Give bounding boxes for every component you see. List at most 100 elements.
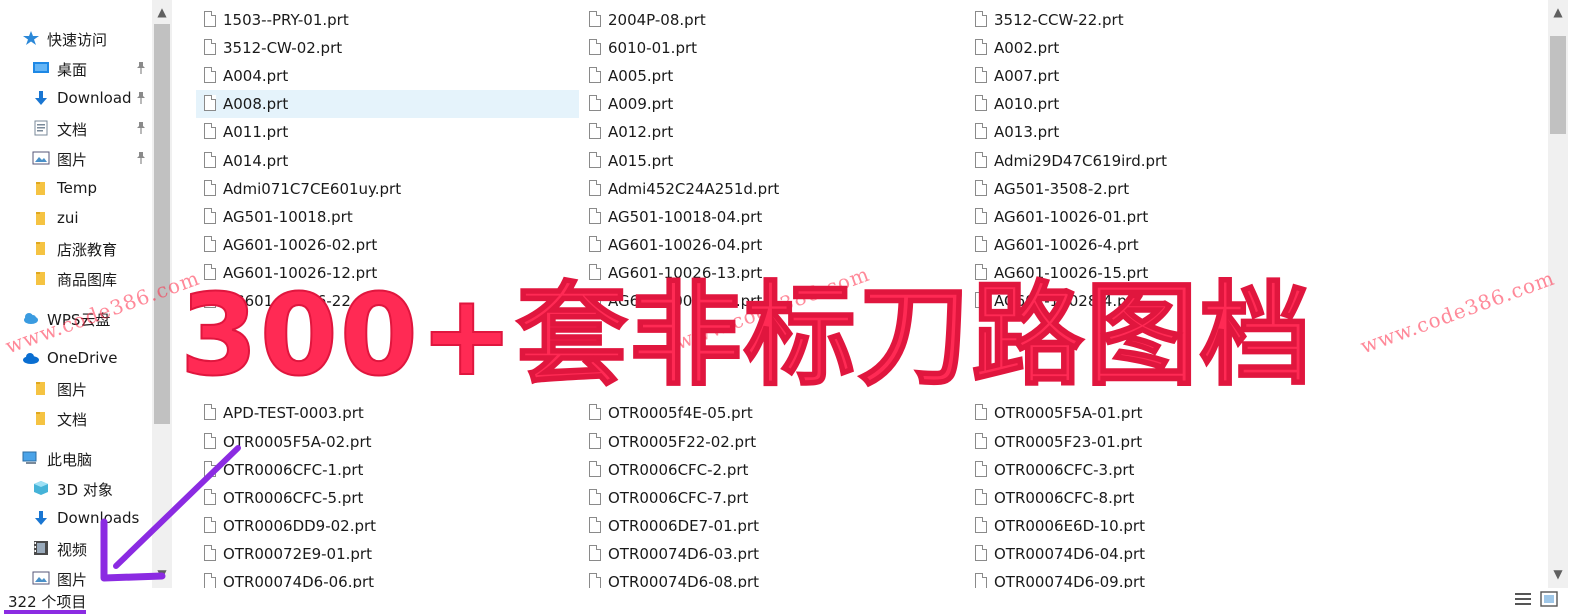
file-name: OTR00074D6-04.prt	[994, 544, 1146, 563]
file-item[interactable]: OTR00074D6-09.prt	[967, 568, 1350, 588]
file-item[interactable]: A011.prt	[196, 118, 579, 146]
sidebar-item-label: 视频	[57, 541, 88, 559]
file-item[interactable]: OTR0005F5A-01.prt	[967, 399, 1350, 427]
file-item[interactable]: OTR00074D6-03.prt	[581, 540, 964, 568]
file-name: A011.prt	[223, 123, 289, 142]
pictures-icon	[32, 150, 50, 166]
file-item[interactable]: AG601-10026-02.prt	[196, 231, 579, 259]
file-list-scroll-thumb[interactable]	[1550, 36, 1566, 134]
file-item[interactable]: A008.prt	[196, 90, 579, 119]
file-item[interactable]: OTR00074D6-08.prt	[581, 568, 964, 588]
file-icon	[975, 544, 987, 561]
file-item[interactable]: OTR0005F5A-02.prt	[196, 428, 579, 456]
file-item[interactable]: A012.prt	[581, 118, 964, 146]
file-item[interactable]: OTR0006CFC-5.prt	[196, 484, 579, 512]
file-item[interactable]: AG501-10018.prt	[196, 203, 579, 231]
file-name: OTR0005F5A-01.prt	[994, 404, 1143, 423]
file-item[interactable]: OTR0006CFC-7.prt	[581, 484, 964, 512]
navigation-scroll-thumb[interactable]	[154, 24, 170, 424]
file-name: OTR00074D6-03.prt	[608, 544, 760, 563]
file-item[interactable]: 2004P-08.prt	[581, 6, 964, 34]
file-name: OTR0006CFC-7.prt	[608, 488, 749, 507]
file-icon	[589, 151, 601, 168]
file-item[interactable]: OTR00072E9-01.prt	[196, 540, 579, 568]
sidebar-item-6[interactable]: zui	[0, 204, 152, 232]
file-item[interactable]: OTR0005F22-02.prt	[581, 428, 964, 456]
file-icon	[204, 123, 216, 140]
sidebar-item-0[interactable]: 快速访问	[0, 24, 152, 52]
file-item[interactable]: 1503--PRY-01.prt	[196, 6, 579, 34]
file-item[interactable]: 6010-01.prt	[581, 34, 964, 62]
folder-icon	[32, 380, 50, 396]
sidebar-item-label: 此电脑	[47, 451, 93, 469]
file-name: OTR0005F23-01.prt	[994, 432, 1143, 451]
sidebar-item-5[interactable]: Temp	[0, 174, 152, 202]
scroll-up-arrow-icon[interactable]: ▲	[152, 2, 172, 22]
file-item[interactable]: AG601-10026-01.prt	[967, 203, 1350, 231]
sidebar-item-7[interactable]: 店涨教育	[0, 234, 152, 262]
file-item[interactable]: OTR0005f4E-05.prt	[581, 399, 964, 427]
sidebar-item-12[interactable]: 文档	[0, 404, 152, 432]
file-icon	[204, 151, 216, 168]
file-item[interactable]: Admi452C24A251d.prt	[581, 175, 964, 203]
file-icon	[975, 516, 987, 533]
file-name: A005.prt	[608, 67, 674, 86]
file-icon	[589, 573, 601, 588]
sidebar-item-label: 图片	[57, 151, 88, 169]
file-item[interactable]: A009.prt	[581, 90, 964, 118]
scroll-down-arrow-icon[interactable]: ▼	[1548, 564, 1568, 584]
file-item[interactable]: Admi071C7CE601uy.prt	[196, 175, 579, 203]
file-item[interactable]: A007.prt	[967, 62, 1350, 90]
sidebar-item-8[interactable]: 商品图库	[0, 264, 152, 292]
sidebar-item-4[interactable]: 图片	[0, 144, 152, 172]
sidebar-item-1[interactable]: 桌面	[0, 54, 152, 82]
sidebar-item-3[interactable]: 文档	[0, 114, 152, 142]
file-item[interactable]: Admi29D47C619ird.prt	[967, 147, 1350, 175]
file-item[interactable]: OTR00074D6-06.prt	[196, 568, 579, 588]
large-icons-view-icon[interactable]	[1540, 591, 1558, 607]
file-item[interactable]: OTR0006CFC-2.prt	[581, 456, 964, 484]
file-item[interactable]: AG601-10026-04.prt	[581, 231, 964, 259]
file-item[interactable]: A004.prt	[196, 62, 579, 90]
file-item[interactable]: A005.prt	[581, 62, 964, 90]
scroll-up-arrow-icon[interactable]: ▲	[1548, 2, 1568, 22]
file-item[interactable]: OTR0006DE7-01.prt	[581, 512, 964, 540]
file-item[interactable]: OTR0006CFC-1.prt	[196, 456, 579, 484]
sidebar-item-label: zui	[57, 209, 79, 227]
file-item[interactable]: OTR0006DD9-02.prt	[196, 512, 579, 540]
file-name: OTR0005f4E-05.prt	[608, 404, 753, 423]
sidebar-item-2[interactable]: Download	[0, 84, 152, 112]
file-item[interactable]: 3512-CCW-22.prt	[967, 6, 1350, 34]
file-item[interactable]: A015.prt	[581, 147, 964, 175]
sidebar-item-label: 店涨教育	[57, 241, 118, 259]
file-item[interactable]: AG501-3508-2.prt	[967, 175, 1350, 203]
file-item[interactable]: AG501-10018-04.prt	[581, 203, 964, 231]
file-item[interactable]: OTR0006CFC-8.prt	[967, 484, 1350, 512]
file-icon	[589, 67, 601, 84]
file-name: OTR00074D6-08.prt	[608, 573, 760, 588]
file-icon	[975, 488, 987, 505]
file-item[interactable]: 3512-CW-02.prt	[196, 34, 579, 62]
sidebar-item-11[interactable]: 图片	[0, 374, 152, 402]
file-list-scrollbar[interactable]: ▲ ▼	[1548, 0, 1568, 588]
file-item[interactable]: A014.prt	[196, 147, 579, 175]
file-name: AG601-10026-04.prt	[608, 235, 763, 254]
file-item[interactable]: AG601-10026-4.prt	[967, 231, 1350, 259]
file-icon	[975, 404, 987, 421]
file-icon	[204, 179, 216, 196]
sidebar-item-label: OneDrive	[47, 349, 118, 367]
file-item[interactable]: OTR00074D6-04.prt	[967, 540, 1350, 568]
file-item[interactable]: APD-TEST-0003.prt	[196, 399, 579, 427]
file-item[interactable]: A010.prt	[967, 90, 1350, 118]
file-icon	[204, 207, 216, 224]
details-view-icon[interactable]	[1514, 591, 1532, 607]
pin-icon	[135, 61, 147, 75]
folder-icon	[32, 210, 50, 226]
file-item[interactable]: A013.prt	[967, 118, 1350, 146]
file-item[interactable]: A002.prt	[967, 34, 1350, 62]
file-item[interactable]: OTR0006E6D-10.prt	[967, 512, 1350, 540]
file-item[interactable]: OTR0006CFC-3.prt	[967, 456, 1350, 484]
file-icon	[589, 123, 601, 140]
file-item[interactable]: OTR0005F23-01.prt	[967, 428, 1350, 456]
sidebar-item-label: 快速访问	[47, 31, 108, 49]
